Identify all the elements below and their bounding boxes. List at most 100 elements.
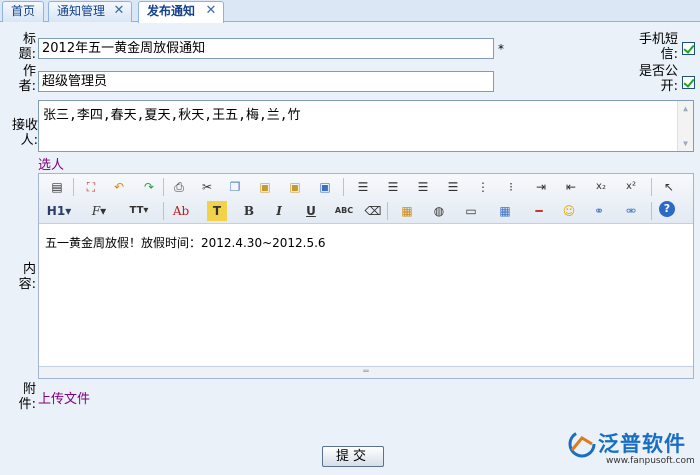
public-label-line1: 是否公 (638, 64, 678, 79)
select-people-link[interactable]: 选人 (38, 154, 64, 173)
heading-dropdown[interactable]: H1▾ (45, 201, 73, 221)
paste-word-icon[interactable]: ▣ (315, 177, 335, 197)
print-icon[interactable]: ⎙ (169, 177, 189, 197)
bgcolor-button[interactable]: T (207, 201, 227, 221)
source-icon[interactable]: ▤ (47, 177, 67, 197)
logo-brand-text: 泛普软件 (598, 432, 686, 456)
align-left-icon[interactable]: ☰ (353, 177, 373, 197)
heading-label: H1 (46, 204, 66, 218)
emoticon-icon[interactable]: ☺ (559, 201, 579, 221)
cut-icon[interactable]: ✂ (197, 177, 217, 197)
receiver-value: 张三,李四,春天,夏天,秋天,王五,梅,兰,竹 (43, 108, 301, 123)
align-right-icon[interactable]: ☰ (413, 177, 433, 197)
attachment-label: 附 件: (10, 382, 36, 412)
public-label-line2: 开: (660, 79, 678, 94)
sms-checkbox[interactable] (682, 42, 695, 55)
help-icon[interactable]: ? (659, 201, 675, 217)
bold-button[interactable]: B (239, 201, 259, 221)
logo-url-text: www.fanpusoft.com (606, 456, 695, 466)
rich-text-editor[interactable]: ▤ ⛶ ↶ ↷ ⎙ ✂ ❐ ▣ ▣ ▣ ☰ ☰ ☰ ☰ ⋮ ⁝ ⇥ ⇤ x₂ x… (38, 173, 694, 379)
author-input[interactable]: 超级管理员 (38, 71, 494, 92)
media-icon[interactable]: ▭ (461, 201, 481, 221)
italic-button[interactable]: I (269, 201, 289, 221)
logo-mark-icon (568, 430, 596, 458)
font-family-dropdown[interactable]: F▾ (85, 201, 113, 221)
content-label-line1: 内 (22, 262, 36, 277)
forecolor-button[interactable]: Ab (171, 201, 191, 221)
indent-icon[interactable]: ⇥ (531, 177, 551, 197)
tab-notice-manage[interactable]: 通知管理 ✕ (48, 1, 132, 22)
tab-publish-notice-label: 发布通知 (147, 4, 196, 18)
tab-bar: 首页 通知管理 ✕ 发布通知 ✕ (0, 0, 700, 23)
tab-home-label: 首页 (11, 4, 36, 18)
toolbar-separator (343, 178, 344, 196)
receiver-label: 接收 人: (6, 118, 38, 148)
brand-logo: 泛普软件 www.fanpusoft.com (568, 428, 696, 472)
submit-button[interactable]: 提交 (322, 446, 384, 467)
public-label: 是否公 开: (620, 64, 678, 94)
toolbar-separator (163, 178, 164, 196)
strikethrough-button[interactable]: ABC (331, 201, 357, 221)
receiver-label-line2: 人: (20, 133, 38, 148)
subscript-icon[interactable]: x₂ (591, 177, 611, 197)
required-mark: * (498, 42, 504, 56)
close-icon[interactable]: ✕ (205, 4, 217, 17)
scroll-up-icon[interactable]: ▲ (681, 104, 690, 113)
content-label-line2: 容: (18, 277, 36, 292)
tab-notice-manage-label: 通知管理 (57, 4, 106, 18)
superscript-icon[interactable]: x² (621, 177, 641, 197)
font-label: F (91, 204, 101, 218)
paste-icon[interactable]: ▣ (255, 177, 275, 197)
flash-icon[interactable]: ◍ (429, 201, 449, 221)
sms-label-line1: 手机短 (638, 32, 678, 47)
horizontal-rule-icon[interactable]: ━ (529, 201, 549, 221)
receiver-scrollbar[interactable]: ▲ ▼ (677, 101, 693, 151)
title-label-line1: 标 (22, 32, 36, 47)
tab-home[interactable]: 首页 (2, 1, 44, 22)
upload-file-link[interactable]: 上传文件 (38, 388, 90, 407)
author-label-line2: 者: (18, 79, 36, 94)
editor-resize-handle[interactable]: ═ (39, 366, 693, 378)
image-icon[interactable]: ▦ (397, 201, 417, 221)
unordered-list-icon[interactable]: ⁝ (501, 177, 521, 197)
ordered-list-icon[interactable]: ⋮ (473, 177, 493, 197)
undo-icon[interactable]: ↶ (109, 177, 129, 197)
toolbar-separator (163, 202, 164, 220)
fullscreen-icon[interactable]: ⛶ (81, 177, 101, 197)
public-checkbox[interactable] (682, 76, 695, 89)
tab-publish-notice[interactable]: 发布通知 ✕ (138, 1, 224, 23)
sms-label: 手机短 信: (620, 32, 678, 62)
close-icon[interactable]: ✕ (113, 4, 125, 17)
toolbar-separator (651, 178, 652, 196)
sms-label-line2: 信: (660, 47, 678, 62)
toolbar-separator (387, 202, 388, 220)
receiver-textarea[interactable]: 张三,李四,春天,夏天,秋天,王五,梅,兰,竹 ▲ ▼ (38, 100, 694, 152)
editor-toolbar: ▤ ⛶ ↶ ↷ ⎙ ✂ ❐ ▣ ▣ ▣ ☰ ☰ ☰ ☰ ⋮ ⁝ ⇥ ⇤ x₂ x… (39, 174, 693, 224)
paste-text-icon[interactable]: ▣ (285, 177, 305, 197)
receiver-label-line1: 接收 (11, 118, 38, 133)
editor-content[interactable]: 五一黄金周放假！放假时间：2012.4.30~2012.5.6 (45, 234, 326, 251)
table-icon[interactable]: ▦ (495, 201, 515, 221)
title-input[interactable]: 2012年五一黄金周放假通知 (38, 38, 494, 59)
title-label-line2: 题: (18, 47, 36, 62)
author-label: 作 者: (10, 64, 36, 94)
eraser-icon[interactable]: ⌫ (363, 201, 383, 221)
content-label: 内 容: (10, 262, 36, 292)
justify-icon[interactable]: ☰ (443, 177, 463, 197)
scroll-down-icon[interactable]: ▼ (681, 139, 690, 148)
size-label: TT (129, 205, 144, 216)
select-icon[interactable]: ↖ (659, 177, 679, 197)
font-size-dropdown[interactable]: TT▾ (125, 201, 153, 221)
unlink-icon[interactable]: ⚮ (621, 201, 641, 221)
title-label: 标 题: (10, 32, 36, 62)
toolbar-separator (651, 202, 652, 220)
attachment-label-line1: 附 (22, 382, 36, 397)
underline-button[interactable]: U (301, 201, 321, 221)
copy-icon[interactable]: ❐ (225, 177, 245, 197)
link-icon[interactable]: ⚭ (589, 201, 609, 221)
outdent-icon[interactable]: ⇤ (561, 177, 581, 197)
attachment-label-line2: 件: (18, 397, 36, 412)
author-label-line1: 作 (22, 64, 36, 79)
redo-icon[interactable]: ↷ (139, 177, 159, 197)
align-center-icon[interactable]: ☰ (383, 177, 403, 197)
